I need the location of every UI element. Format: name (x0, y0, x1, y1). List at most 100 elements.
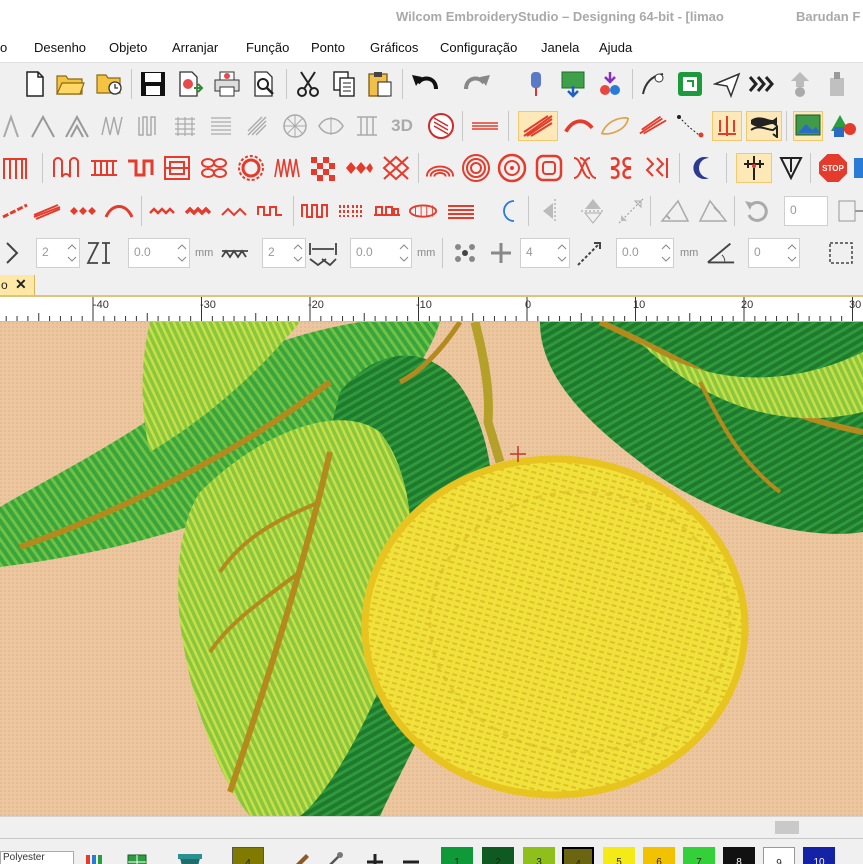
count-field[interactable]: 4 (520, 238, 570, 268)
zigzag-icon[interactable] (98, 111, 128, 141)
thread-swatch[interactable]: 4 (232, 847, 264, 864)
thread-swatch[interactable]: 8 (723, 847, 755, 864)
open-folder-icon[interactable] (55, 69, 85, 99)
thread-swatch-selected[interactable]: 4 (562, 847, 594, 864)
zigzag-spacing-icon[interactable] (220, 238, 250, 268)
dash-line-icon[interactable] (0, 196, 30, 226)
down-arrow-icon[interactable] (776, 153, 806, 183)
palette-bars-icon[interactable] (78, 845, 112, 864)
pencil-icon[interactable] (285, 845, 315, 864)
open-recent-icon[interactable] (95, 69, 125, 99)
ladder-pattern-icon[interactable] (126, 153, 156, 183)
more-icon[interactable] (852, 153, 863, 183)
column-red-icon[interactable] (0, 153, 30, 183)
spacing-field[interactable]: 0.0 (128, 238, 190, 268)
menu-file[interactable]: o (0, 40, 7, 55)
spikes-pattern-icon[interactable] (272, 153, 302, 183)
thread-swatch[interactable]: 3 (523, 847, 555, 864)
mirror-vertical-icon[interactable] (578, 196, 608, 226)
stitch-player-icon[interactable] (521, 69, 551, 99)
fabric-select[interactable]: Polyester (0, 851, 74, 864)
point-path-icon[interactable] (675, 111, 705, 141)
thread-spool-icon[interactable] (175, 845, 205, 864)
menu-ajuda[interactable]: Ajuda (599, 40, 632, 55)
wave-line-icon[interactable] (148, 196, 178, 226)
new-file-icon[interactable] (20, 69, 50, 99)
motif-fill-icon[interactable] (352, 111, 382, 141)
angle-a-icon[interactable] (706, 238, 736, 268)
rows-field[interactable]: 2 (36, 238, 80, 268)
color-grid-icon[interactable] (122, 845, 152, 864)
green-frame-icon[interactable] (675, 69, 705, 99)
menu-desenho[interactable]: Desenho (34, 40, 86, 55)
gear-pattern-icon[interactable] (236, 153, 266, 183)
stop-icon[interactable]: STOP (818, 153, 848, 183)
repeat-icon[interactable] (486, 238, 516, 268)
offset-field[interactable]: 0.0 (616, 238, 674, 268)
menu-configuracao[interactable]: Configuração (440, 40, 517, 55)
satin-leaf-icon[interactable] (638, 111, 668, 141)
red-bar-icon[interactable] (470, 111, 500, 141)
add-color-icon[interactable] (360, 845, 390, 864)
column-a-icon[interactable] (134, 111, 164, 141)
close-tab-icon[interactable]: ✕ (15, 276, 27, 293)
mirror-left-icon[interactable] (540, 196, 570, 226)
rows-right-field[interactable]: 2 (262, 238, 306, 268)
rotate-ccw-icon[interactable] (742, 196, 772, 226)
offset-d-icon[interactable] (576, 238, 606, 268)
square-spiral-icon[interactable] (534, 153, 564, 183)
cross-pattern-icon[interactable] (381, 153, 411, 183)
print-preview-icon[interactable] (249, 69, 279, 99)
redo-icon[interactable] (462, 69, 492, 99)
zigzag-pattern-icon[interactable] (89, 153, 119, 183)
remove-color-icon[interactable] (396, 845, 426, 864)
concentric-circle-icon[interactable] (461, 153, 491, 183)
oval-chain-icon[interactable] (408, 196, 438, 226)
scallop-line-icon[interactable] (220, 196, 250, 226)
shapes-icon[interactable] (828, 111, 858, 141)
thread-swatch[interactable]: 10 (803, 847, 835, 864)
arch-pattern-icon[interactable] (425, 153, 455, 183)
cut-icon[interactable] (293, 69, 323, 99)
color-wizard-icon[interactable] (595, 69, 625, 99)
outline-stitch-icon[interactable] (0, 111, 30, 141)
fork-tool-icon[interactable] (712, 111, 742, 141)
picture-icon[interactable] (793, 111, 823, 141)
satin-wave-icon[interactable] (564, 111, 594, 141)
menu-objeto[interactable]: Objeto (109, 40, 147, 55)
complex-fill-icon[interactable] (206, 111, 236, 141)
checker-pattern-icon[interactable] (308, 153, 338, 183)
send-to-machine-icon[interactable] (712, 69, 742, 99)
eyedropper-icon[interactable] (318, 845, 348, 864)
horizontal-scrollbar[interactable] (0, 816, 863, 837)
paste-icon[interactable] (365, 69, 395, 99)
square-wave-icon[interactable] (300, 196, 330, 226)
column-b-icon[interactable] (170, 111, 200, 141)
dotted-bars-icon[interactable] (336, 196, 366, 226)
auto-digitize-icon[interactable] (638, 69, 668, 99)
curve-c-icon[interactable] (492, 196, 522, 226)
thread-swatch[interactable]: 6 (643, 847, 675, 864)
diamond-line-icon[interactable] (68, 196, 98, 226)
3d-puff-icon[interactable]: 3D (387, 111, 417, 141)
bridge-line-icon[interactable] (104, 196, 134, 226)
knot-pattern-icon[interactable] (570, 153, 600, 183)
texture-pattern-icon[interactable] (643, 153, 673, 183)
braid-line-icon[interactable] (184, 196, 214, 226)
design-canvas[interactable] (0, 322, 863, 816)
thread-swatch[interactable]: 2 (482, 847, 514, 864)
radial-fill-icon[interactable] (280, 111, 310, 141)
stripe-block-icon[interactable] (446, 196, 476, 226)
feather-fill-icon[interactable] (316, 111, 346, 141)
scatter-icon[interactable] (450, 238, 480, 268)
fish-icon[interactable] (746, 111, 782, 141)
raised-satin-icon[interactable] (426, 111, 456, 141)
thread-swatch[interactable]: 1 (441, 847, 473, 864)
triple-run-icon[interactable] (62, 111, 92, 141)
thread-swatch[interactable]: 7 (683, 847, 715, 864)
slant-satin-icon[interactable] (32, 196, 62, 226)
maze-pattern-icon[interactable] (162, 153, 192, 183)
scrollbar-thumb[interactable] (775, 821, 799, 834)
rotation-angle-field[interactable]: 0 (784, 196, 828, 226)
export-icon[interactable] (175, 69, 205, 99)
